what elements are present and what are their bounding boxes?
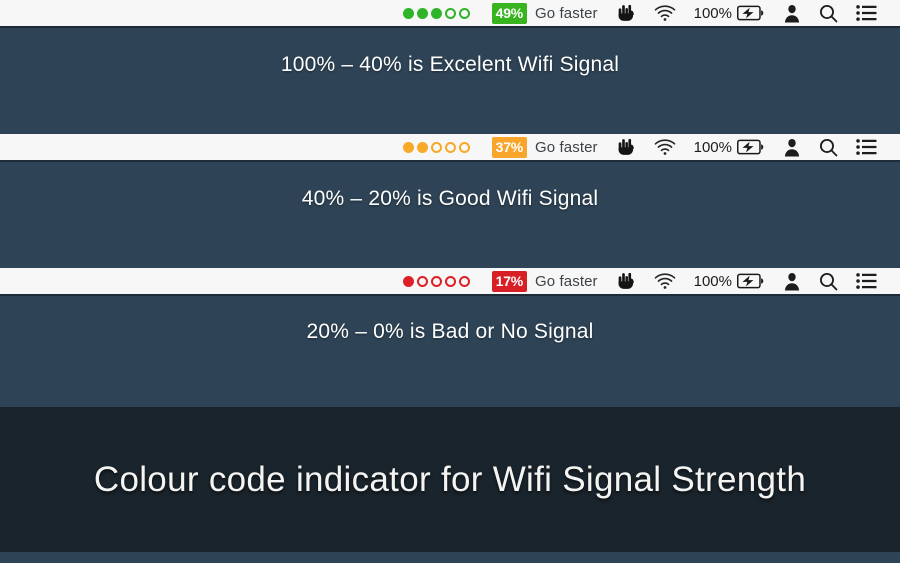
menu-bar-excellent: 49% Go faster 100% [0, 0, 900, 28]
menu-bar-bad: 17% Go faster 100% [0, 268, 900, 296]
signal-description-excellent: 100% – 40% is Excelent Wifi Signal [280, 53, 620, 76]
notification-list-icon[interactable] [847, 268, 886, 294]
menu-bar-status-items: 17% Go faster 100% [394, 268, 886, 294]
signal-dot [430, 141, 442, 153]
wifi-signal-dots-indicator[interactable] [394, 134, 483, 160]
menu-bar-status-items: 37% Go faster 100% [394, 134, 886, 160]
signal-dot [416, 7, 428, 19]
signal-dot [402, 275, 414, 287]
user-icon[interactable] [774, 134, 810, 160]
signal-dot [458, 141, 470, 153]
menu-bar-status-items: 49% Go faster 100% [394, 0, 886, 26]
battery-charging-icon [737, 5, 764, 21]
battery-status-menu[interactable]: 100% [685, 134, 774, 160]
battery-percentage-label: 100% [693, 4, 732, 22]
signal-dot [402, 7, 414, 19]
signal-dot [458, 275, 470, 287]
battery-status-menu[interactable]: 100% [685, 0, 774, 26]
signal-band-excellent: 100% – 40% is Excelent Wifi Signal [0, 28, 900, 134]
wifi-icon[interactable] [645, 0, 685, 26]
signal-dots [402, 7, 474, 19]
go-faster-label: Go faster [535, 272, 598, 290]
battery-percentage-label: 100% [693, 272, 732, 290]
menu-bar-good: 37% Go faster 100% [0, 134, 900, 162]
battery-percentage-label: 100% [693, 138, 732, 156]
signal-dots [402, 275, 474, 287]
go-faster-label: Go faster [535, 138, 598, 156]
signal-dot [458, 7, 470, 19]
signal-band-good: 40% – 20% is Good Wifi Signal [0, 162, 900, 268]
signal-band-bad: 20% – 0% is Bad or No Signal [0, 296, 900, 407]
speed-percentage-badge: 37% [491, 136, 528, 158]
speed-percentage-menu[interactable]: 49% Go faster [483, 0, 607, 26]
signal-dot [444, 275, 456, 287]
speed-percentage-menu[interactable]: 37% Go faster [483, 134, 607, 160]
battery-status-menu[interactable]: 100% [685, 268, 774, 294]
horns-hand-icon[interactable] [607, 134, 645, 160]
signal-dot [416, 141, 428, 153]
speed-percentage-badge: 49% [491, 2, 528, 24]
search-icon[interactable] [810, 268, 847, 294]
wifi-icon[interactable] [645, 268, 685, 294]
search-icon[interactable] [810, 0, 847, 26]
speed-percentage-badge: 17% [491, 270, 528, 292]
signal-dot [402, 141, 414, 153]
go-faster-label: Go faster [535, 4, 598, 22]
footer-strip [0, 552, 900, 563]
signal-dot [416, 275, 428, 287]
notification-list-icon[interactable] [847, 134, 886, 160]
caption-title: Colour code indicator for Wifi Signal St… [93, 459, 807, 499]
wifi-signal-dots-indicator[interactable] [394, 268, 483, 294]
signal-description-good: 40% – 20% is Good Wifi Signal [301, 187, 599, 210]
signal-dot [444, 7, 456, 19]
signal-dot [444, 141, 456, 153]
user-icon[interactable] [774, 0, 810, 26]
signal-dots [402, 141, 474, 153]
battery-charging-icon [737, 139, 764, 155]
wifi-signal-dots-indicator[interactable] [394, 0, 483, 26]
speed-percentage-menu[interactable]: 17% Go faster [483, 268, 607, 294]
wifi-icon[interactable] [645, 134, 685, 160]
horns-hand-icon[interactable] [607, 268, 645, 294]
horns-hand-icon[interactable] [607, 0, 645, 26]
signal-description-bad: 20% – 0% is Bad or No Signal [306, 320, 594, 343]
user-icon[interactable] [774, 268, 810, 294]
search-icon[interactable] [810, 134, 847, 160]
caption-band: Colour code indicator for Wifi Signal St… [0, 407, 900, 552]
battery-charging-icon [737, 273, 764, 289]
screenshot-root: 49% Go faster 100% 100% – 40% is Excelen… [0, 0, 900, 563]
signal-dot [430, 275, 442, 287]
signal-dot [430, 7, 442, 19]
notification-list-icon[interactable] [847, 0, 886, 26]
